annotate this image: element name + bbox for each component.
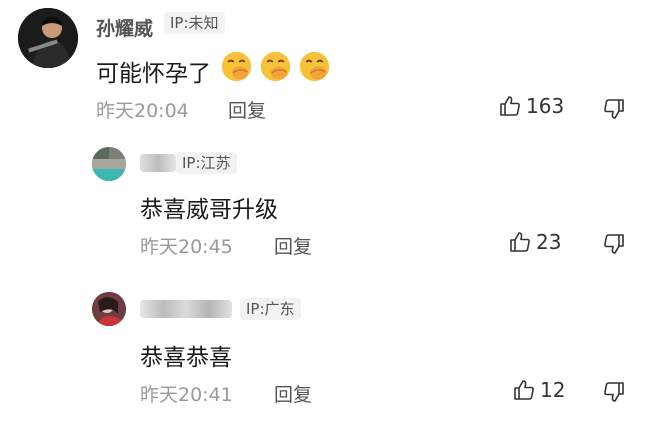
timestamp: 昨天20:04 [96,100,189,122]
like-button[interactable]: 12 [512,378,565,402]
thumbs-down-icon[interactable] [602,232,626,256]
comment-item: 孙耀威 IP:未知 可能怀孕了 昨天20:04 回复 163 [0,0,660,140]
thumbs-down-icon[interactable] [602,380,626,404]
face-with-hand-over-mouth-icon [221,51,252,82]
thumbs-up-icon [510,232,530,252]
reply-button[interactable]: 回复 [228,96,266,123]
timestamp: 昨天20:45 [140,236,233,258]
ip-location-badge: IP:未知 [164,12,225,34]
comment-text: 恭喜威哥升级 [140,197,278,223]
ip-location-badge: IP:江苏 [176,152,237,174]
timestamp: 昨天20:41 [140,384,233,406]
like-count: 163 [526,94,565,118]
like-button[interactable]: 163 [498,94,564,118]
avatar[interactable] [92,292,126,326]
avatar[interactable] [18,8,78,68]
comment-text: 恭喜恭喜 [140,345,232,371]
reply-button[interactable]: 回复 [274,232,312,259]
face-with-hand-over-mouth-icon [260,51,291,82]
thumbs-down-icon[interactable] [602,97,626,121]
reply-button[interactable]: 回复 [274,380,312,407]
thumbs-up-icon [500,96,520,116]
reply-item: IP:江苏 恭喜威哥升级 昨天20:45 回复 23 [0,140,660,280]
blurred-username [140,154,176,172]
face-with-hand-over-mouth-icon [299,51,330,82]
blurred-username [140,300,232,318]
reply-item: IP:广东 恭喜恭喜 昨天20:41 回复 12 [0,286,660,425]
like-button[interactable]: 23 [508,230,561,254]
like-count: 23 [536,230,562,254]
emoji-group [220,50,331,83]
thumbs-up-icon [514,380,534,400]
like-count: 12 [540,378,566,402]
ip-location-badge: IP:广东 [240,298,301,320]
username[interactable]: 孙耀威 [96,14,153,41]
comment-text: 可能怀孕了 [96,61,211,87]
avatar[interactable] [92,147,126,181]
